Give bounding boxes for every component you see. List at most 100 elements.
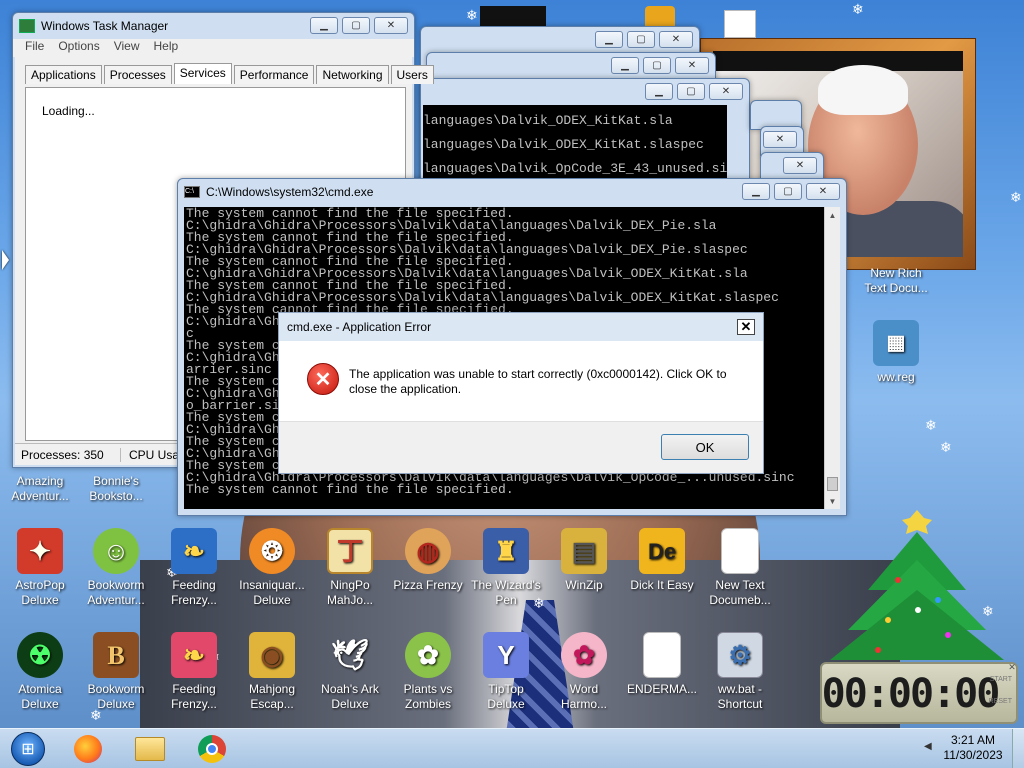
- desktop-icon-pvz[interactable]: ✿ Plants vs Zombies: [390, 632, 466, 712]
- show-hidden-icons[interactable]: ◀: [924, 741, 932, 752]
- gadget-close-icon[interactable]: ✕: [1006, 662, 1018, 674]
- desktop-icon-label: Atomica Deluxe: [18, 682, 62, 711]
- desktop-icon-label: Bookworm Deluxe: [87, 682, 145, 711]
- desktop-icon-feeding-frenzy-2[interactable]: ❧ Feeding Frenzy...: [156, 632, 232, 712]
- loading-text: Loading...: [42, 104, 95, 118]
- insaniquarium-icon: ❂: [249, 528, 295, 574]
- tab-users[interactable]: Users: [390, 65, 434, 84]
- desktop-icon-label: ww.bat - Shortcut: [717, 682, 763, 711]
- desktop-icon-tiptop[interactable]: Y TipTop Deluxe: [468, 632, 544, 712]
- taskbar-firefox[interactable]: [62, 732, 114, 766]
- menu-view[interactable]: View: [114, 39, 140, 57]
- clock-time: 3:21 AM: [950, 733, 996, 747]
- feeding-frenzy-icon: ❧: [171, 528, 217, 574]
- tab-services[interactable]: Services: [173, 63, 232, 84]
- maximize-button[interactable]: ▢: [342, 17, 370, 34]
- document-icon: [724, 10, 756, 38]
- desktop-icon-insaniquarium[interactable]: ❂ Insaniquar... Deluxe: [234, 528, 310, 608]
- desktop-icon-label: NingPo MahJo...: [326, 578, 374, 607]
- mouse-cursor-icon: [2, 250, 9, 270]
- desktop-icon-bonnies[interactable]: Bonnie's Booksto...: [78, 474, 154, 504]
- tab-applications[interactable]: Applications: [25, 65, 102, 84]
- desktop-icon-bookworm[interactable]: ☺ Bookworm Adventur...: [78, 528, 154, 608]
- cmd-icon: C:\: [184, 186, 200, 198]
- close-icon[interactable]: ✕: [737, 319, 755, 335]
- close-button[interactable]: ✕: [806, 183, 840, 200]
- menu-file[interactable]: File: [25, 39, 44, 57]
- start-button[interactable]: ⊞: [2, 732, 54, 766]
- scroll-down-icon[interactable]: ▼: [825, 493, 840, 509]
- desktop-icon-noahs-ark[interactable]: 🕊 Noah's Ark Deluxe: [312, 632, 388, 712]
- minimize-button[interactable]: ▁: [742, 183, 770, 200]
- scroll-thumb[interactable]: [827, 477, 838, 491]
- desktop-icon-winzip[interactable]: ▤ WinZip: [546, 528, 622, 593]
- desktop-icon-word-harmony[interactable]: ✿ Word Harmo...: [546, 632, 622, 712]
- desktop-icon-label: Bonnie's Booksto...: [89, 474, 143, 503]
- partial-icon: [480, 6, 546, 28]
- taskbar-explorer[interactable]: [124, 732, 176, 766]
- window-title: C:\Windows\system32\cmd.exe: [206, 185, 374, 199]
- desktop-icon-label: Pizza Frenzy: [393, 578, 463, 592]
- minimize-button[interactable]: ▁: [310, 17, 338, 34]
- word-harmony-icon: ✿: [561, 632, 607, 678]
- desktop-icon-label: Mahjong Escap...: [248, 682, 296, 711]
- scroll-up-icon[interactable]: ▲: [825, 207, 840, 223]
- taskbar-chrome[interactable]: [186, 732, 238, 766]
- dialog-title-bar[interactable]: cmd.exe - Application Error: [279, 313, 763, 341]
- snowflake-icon: ❄: [852, 1, 864, 17]
- dialog-title: cmd.exe - Application Error: [287, 320, 432, 334]
- desktop-icon-amazing[interactable]: Amazing Adventur...: [2, 474, 78, 504]
- snowflake-icon: ❄: [1010, 189, 1022, 205]
- error-dialog[interactable]: cmd.exe - Application Error ✕ ✕ The appl…: [278, 312, 764, 474]
- desktop-icon-label: The Wizard's Pen: [471, 578, 541, 607]
- desktop-icon-mahjong-escape[interactable]: ◉ Mahjong Escap...: [234, 632, 310, 712]
- menu-options[interactable]: Options: [58, 39, 99, 57]
- desktop-icon-ww-bat[interactable]: ⚙ ww.bat - Shortcut: [702, 632, 778, 712]
- menu-bar: File Options View Help: [13, 39, 414, 57]
- desktop-icon-label: Feeding Frenzy...: [171, 578, 217, 607]
- pizza-icon: ◍: [405, 528, 451, 574]
- text-document-icon: [721, 528, 759, 574]
- menu-help[interactable]: Help: [154, 39, 179, 57]
- tab-networking[interactable]: Networking: [316, 65, 389, 84]
- desktop-icon-ningpo[interactable]: 丁 NingPo MahJo...: [312, 528, 388, 608]
- system-clock[interactable]: 3:21 AM 11/30/2023: [938, 733, 1008, 763]
- chrome-icon: [198, 735, 226, 763]
- tab-performance[interactable]: Performance: [233, 65, 315, 84]
- desktop-icon-pizza[interactable]: ◍ Pizza Frenzy: [390, 528, 466, 593]
- desktop-icon-rtf[interactable]: New Rich Text Docu...: [858, 266, 934, 296]
- desktop-icon-enderman[interactable]: ENDERMA...: [624, 632, 700, 697]
- scrollbar[interactable]: ▲ ▼: [824, 207, 840, 509]
- show-desktop-button[interactable]: [1012, 729, 1024, 768]
- desktop-icon-dick-it-easy[interactable]: De Dick It Easy: [624, 528, 700, 593]
- background-console: languages\Dalvik_ODEX_KitKat.sla language…: [423, 105, 727, 189]
- background-cmd-window[interactable]: ▁ ▢ ✕ languages\Dalvik_ODEX_KitKat.sla lang…: [420, 78, 750, 189]
- stopwatch-gadget[interactable]: 00:00:00 START RESET ✕: [820, 662, 1018, 724]
- close-button[interactable]: ✕: [374, 17, 408, 34]
- tab-processes[interactable]: Processes: [103, 65, 172, 84]
- clock-date: 11/30/2023: [943, 748, 1003, 762]
- reset-button[interactable]: RESET: [989, 698, 1012, 705]
- pvz-icon: ✿: [405, 632, 451, 678]
- desktop-icon-wizards-pen[interactable]: ♜ The Wizard's Pen: [468, 528, 544, 608]
- taskbar: ⊞ ◀ 3:21 AM 11/30/2023: [0, 728, 1024, 768]
- desktop-icon-label: Plants vs Zombies: [403, 682, 453, 711]
- process-count: Processes: 350: [15, 447, 121, 462]
- window-title: Windows Task Manager: [41, 19, 169, 33]
- desktop-icon-new-text[interactable]: New Text Documeb...: [702, 528, 778, 608]
- maximize-button[interactable]: ▢: [774, 183, 802, 200]
- desktop-icon-label: New Text Documeb...: [709, 578, 771, 607]
- start-button[interactable]: START: [990, 676, 1012, 683]
- desktop-icon-reg[interactable]: ▦ ww.reg: [858, 320, 934, 385]
- dialog-footer: OK: [279, 421, 763, 473]
- desktop-icon-atomica[interactable]: ☢ Atomica Deluxe: [2, 632, 78, 712]
- ok-button[interactable]: OK: [661, 434, 749, 460]
- mahjong-escape-icon: ◉: [249, 632, 295, 678]
- tab-strip: Applications Processes Services Performa…: [15, 57, 434, 84]
- desktop-icon-bookworm-deluxe[interactable]: B Bookworm Deluxe: [78, 632, 154, 712]
- desktop-icon-label: WinZip: [565, 578, 603, 592]
- snowflake-icon: ❄: [940, 439, 952, 455]
- desktop-icon-label: Amazing Adventur...: [11, 474, 69, 503]
- desktop-icon-astropop[interactable]: ✦ AstroPop Deluxe: [2, 528, 78, 608]
- desktop-icon-feeding-frenzy[interactable]: ❧ Feeding Frenzy...: [156, 528, 232, 608]
